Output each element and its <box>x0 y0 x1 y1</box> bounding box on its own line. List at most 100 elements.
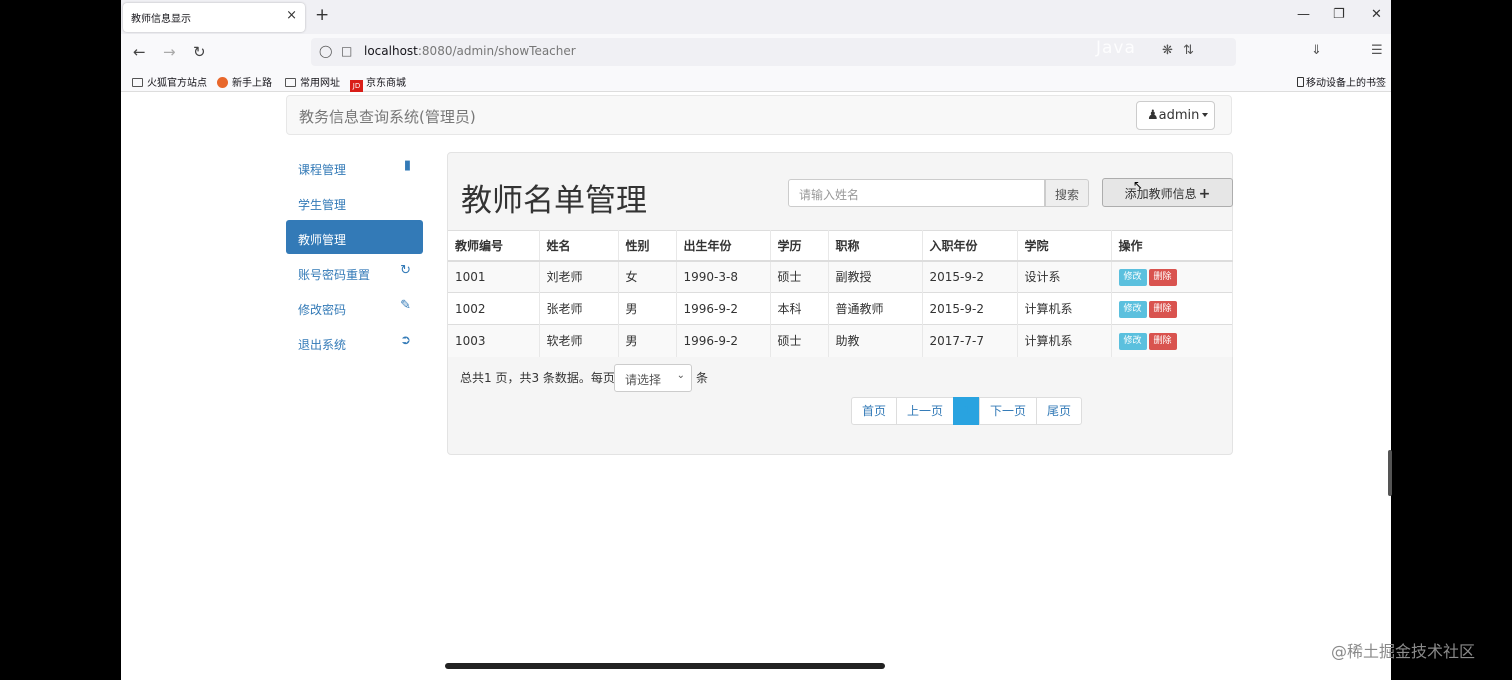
cell-college: 设计系 <box>1017 260 1112 293</box>
page-content: 教务信息查询系统(管理员) ♟admin 课程管理 ▮ 学生管理 教师管理 账号… <box>121 93 1391 680</box>
mobile-bookmarks-label: 移动设备上的书签 <box>1306 78 1386 89</box>
sidebar-item-reset-password[interactable]: 账号密码重置 ↻ <box>286 255 423 289</box>
minimize-icon[interactable]: — <box>1297 7 1310 22</box>
cell-actions: 修改 删除 <box>1111 260 1233 293</box>
search-button[interactable]: 搜索 <box>1045 179 1089 207</box>
reload-icon[interactable]: ↻ <box>193 43 206 61</box>
url-host: localhost <box>364 44 418 58</box>
cell-birth: 1990-3-8 <box>676 260 771 293</box>
extension-icon[interactable]: ❋ <box>1162 43 1173 58</box>
downloads-icon[interactable]: ⇓ <box>1311 43 1322 58</box>
restore-icon[interactable]: ❐ <box>1333 7 1345 22</box>
delete-button[interactable]: 删除 <box>1148 332 1177 350</box>
cell-title: 副教授 <box>828 260 923 293</box>
sidebar-item-label: 教师管理 <box>298 233 347 247</box>
folder-icon <box>132 78 143 87</box>
sidebar-item-change-password[interactable]: 修改密码 ✎ <box>286 290 423 324</box>
sidebar-item-teacher[interactable]: 教师管理 <box>286 220 423 254</box>
teacher-panel: 教师名单管理 请输入姓名 搜索 添加教师信息 + 教师编号 姓名 性别 出生年份 … <box>447 152 1233 455</box>
cell-college: 计算机系 <box>1017 324 1112 357</box>
page-current[interactable]: 1 <box>953 397 981 425</box>
bookmark-jd[interactable]: JD 京东商城 <box>350 74 406 92</box>
pagination-summary: 总共1 页，共3 条数据。每页 <box>460 371 615 385</box>
table-row: 1003 软老师 男 1996-9-2 硕士 助教 2017-7-7 计算机系 … <box>448 324 1233 357</box>
sidebar-item-label: 账号密码重置 <box>298 268 371 282</box>
edit-button[interactable]: 修改 <box>1118 332 1147 350</box>
user-icon: ♟ <box>1147 108 1159 123</box>
bookmark-label: 京东商城 <box>366 78 406 89</box>
firefox-icon <box>217 77 228 88</box>
scroll-handle[interactable] <box>1388 450 1392 496</box>
video-watermark: Java <box>1096 38 1136 58</box>
chevron-down-icon: ⌄ <box>676 370 685 381</box>
column-header: 学院 <box>1017 230 1112 262</box>
browser-window: 教师信息显示 × + — ❐ ✕ ← → ↻ ◯ □ localhost:808… <box>121 0 1391 680</box>
page-last[interactable]: 尾页 <box>1036 397 1083 425</box>
cell-gender: 男 <box>618 292 677 325</box>
mobile-bookmarks[interactable]: 移动设备上的书签 <box>1297 74 1386 89</box>
page-next[interactable]: 下一页 <box>979 397 1038 425</box>
column-header: 入职年份 <box>922 230 1018 262</box>
cell-id: 1002 <box>448 292 540 325</box>
cell-gender: 女 <box>618 260 677 293</box>
cell-name: 刘老师 <box>539 260 619 293</box>
column-header: 教师编号 <box>448 230 540 262</box>
navigation-bar: ← → ↻ ◯ □ localhost:8080/admin/showTeach… <box>121 34 1391 70</box>
search-input[interactable]: 请输入姓名 <box>788 179 1045 207</box>
sidebar-nav: 课程管理 ▮ 学生管理 教师管理 账号密码重置 ↻ 修改密码 ✎ 退出系统 ➲ <box>286 150 423 360</box>
table-row: 1002 张老师 男 1996-9-2 本科 普通教师 2015-9-2 计算机… <box>448 292 1233 325</box>
bookmark-label: 火狐官方站点 <box>147 78 207 89</box>
url-text[interactable]: localhost:8080/admin/showTeacher <box>364 44 576 58</box>
page-title: 教师名单管理 <box>461 183 647 219</box>
page-first[interactable]: 首页 <box>851 397 898 425</box>
table-row: 1001 刘老师 女 1990-3-8 硕士 副教授 2015-9-2 设计系 … <box>448 260 1233 293</box>
cell-actions: 修改 删除 <box>1111 292 1233 325</box>
folder-icon <box>285 78 296 87</box>
cell-birth: 1996-9-2 <box>676 324 771 357</box>
page-prev[interactable]: 上一页 <box>896 397 955 425</box>
url-path: :8080/admin/showTeacher <box>417 44 576 58</box>
back-icon[interactable]: ← <box>133 43 146 61</box>
sidebar-item-student[interactable]: 学生管理 <box>286 185 423 219</box>
shield-icon[interactable]: ◯ <box>319 44 332 58</box>
page-info-icon[interactable]: □ <box>341 44 352 58</box>
bookmark-common-sites[interactable]: 常用网址 <box>285 74 340 89</box>
user-dropdown-button[interactable]: ♟admin <box>1136 101 1215 130</box>
cell-id: 1003 <box>448 324 540 357</box>
cell-hire-date: 2015-9-2 <box>922 260 1018 293</box>
new-tab-button[interactable]: + <box>315 5 329 25</box>
edit-button[interactable]: 修改 <box>1118 300 1147 318</box>
tab-close-icon[interactable]: × <box>286 8 297 23</box>
cell-gender: 男 <box>618 324 677 357</box>
window-close-icon[interactable]: ✕ <box>1371 7 1382 22</box>
forward-icon[interactable]: → <box>163 43 176 61</box>
system-brand[interactable]: 教务信息查询系统(管理员) <box>299 106 476 127</box>
add-teacher-button[interactable]: 添加教师信息 + <box>1102 178 1233 207</box>
bookmark-getting-started[interactable]: 新手上路 <box>217 74 272 89</box>
sidebar-item-logout[interactable]: 退出系统 ➲ <box>286 325 423 359</box>
home-indicator[interactable] <box>445 663 885 669</box>
cell-degree: 本科 <box>770 292 829 325</box>
bookmark-label: 常用网址 <box>300 78 340 89</box>
page-size-select[interactable]: 请选择 ⌄ <box>614 364 692 392</box>
cell-id: 1001 <box>448 260 540 293</box>
teacher-table: 教师编号 姓名 性别 出生年份 学历 职称 入职年份 学院 操作 1001 刘老 <box>448 230 1233 357</box>
bookmark-label: 新手上路 <box>232 78 272 89</box>
delete-button[interactable]: 删除 <box>1148 300 1177 318</box>
page-size-value: 请选择 <box>625 373 662 387</box>
bookmark-firefox-site[interactable]: 火狐官方站点 <box>132 74 207 89</box>
column-header: 性别 <box>618 230 677 262</box>
cell-actions: 修改 删除 <box>1111 324 1233 357</box>
sync-icon[interactable]: ⇅ <box>1183 43 1194 58</box>
caret-down-icon <box>1202 113 1209 117</box>
edit-button[interactable]: 修改 <box>1118 268 1147 286</box>
menu-icon[interactable]: ☰ <box>1371 43 1383 58</box>
top-navbar: 教务信息查询系统(管理员) ♟admin <box>286 95 1232 135</box>
cell-birth: 1996-9-2 <box>676 292 771 325</box>
browser-tab[interactable]: 教师信息显示 × <box>123 3 305 32</box>
jd-icon: JD <box>350 80 363 92</box>
delete-button[interactable]: 删除 <box>1148 268 1177 286</box>
bookmarks-bar: 火狐官方站点 新手上路 常用网址 JD 京东商城 移动设备上的书签 <box>121 70 1391 92</box>
cell-hire-date: 2015-9-2 <box>922 292 1018 325</box>
sidebar-item-course[interactable]: 课程管理 ▮ <box>286 150 423 184</box>
